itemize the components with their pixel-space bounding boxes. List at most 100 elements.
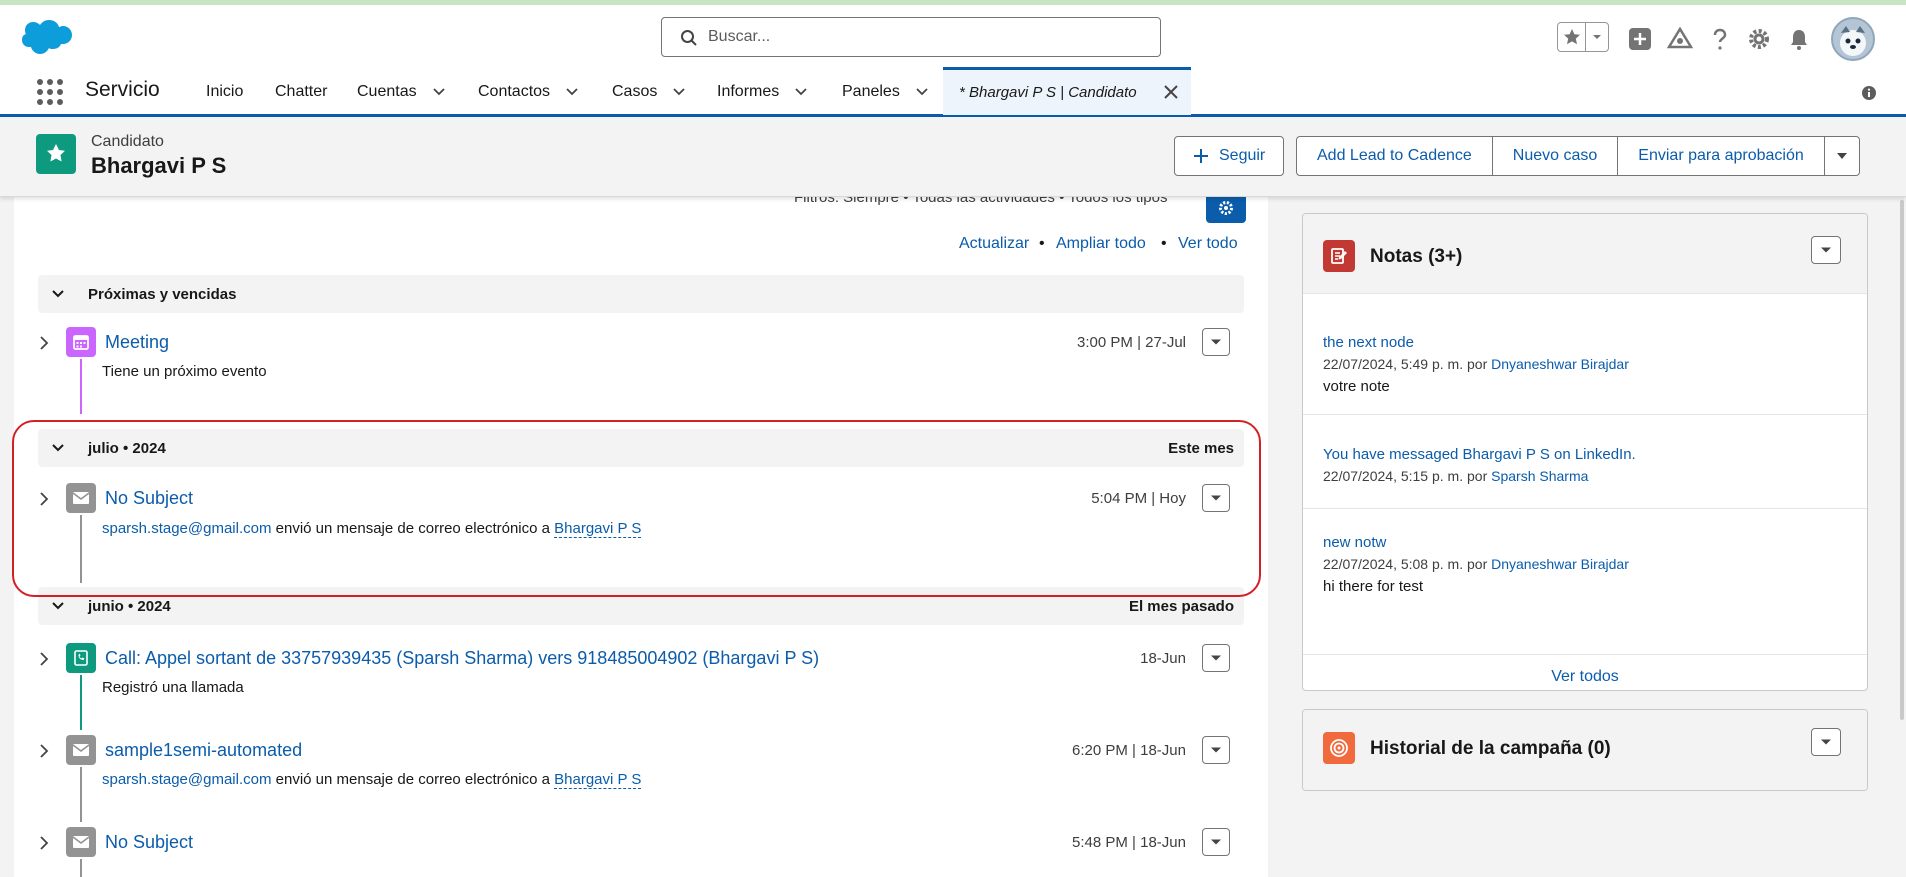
activity-time: 5:04 PM | Hoy bbox=[1091, 490, 1186, 507]
note-body: hi there for test bbox=[1323, 578, 1424, 595]
activity-title-link[interactable]: No Subject bbox=[105, 832, 193, 853]
submit-for-approval-button[interactable]: Enviar para aprobación bbox=[1618, 136, 1825, 176]
section-title: julio • 2024 bbox=[88, 440, 166, 457]
note-meta-text: 22/07/2024, 5:15 p. m. por bbox=[1323, 468, 1488, 484]
add-lead-to-cadence-button[interactable]: Add Lead to Cadence bbox=[1296, 136, 1493, 176]
activity-menu-button[interactable] bbox=[1202, 328, 1230, 356]
campaign-card-menu-button[interactable] bbox=[1811, 728, 1841, 756]
chevron-down-icon[interactable] bbox=[793, 84, 809, 100]
more-actions-button[interactable] bbox=[1824, 136, 1860, 176]
refresh-link[interactable]: Actualizar bbox=[959, 235, 1029, 253]
nav-item-cuentas[interactable]: Cuentas bbox=[357, 83, 447, 101]
nav-item-informes[interactable]: Informes bbox=[717, 83, 809, 101]
campaign-history-card-header: Historial de la campaña (0) bbox=[1303, 710, 1867, 790]
nav-item-label: Casos bbox=[612, 83, 658, 100]
activity-description: sparsh.stage@gmail.com envió un mensaje … bbox=[102, 520, 642, 538]
activity-menu-button[interactable] bbox=[1202, 484, 1230, 512]
nav-item-casos[interactable]: Casos bbox=[612, 83, 687, 101]
section-upcoming-overdue[interactable]: Próximas y vencidas bbox=[38, 275, 1244, 313]
timeline-line bbox=[80, 767, 82, 822]
global-actions-plus-icon[interactable] bbox=[1626, 25, 1654, 53]
nav-item-chatter[interactable]: Chatter bbox=[275, 83, 327, 101]
chevron-down-icon[interactable] bbox=[671, 84, 687, 100]
activity-description-text: envió un mensaje de correo electrónico a bbox=[275, 771, 550, 788]
chevron-right-icon[interactable] bbox=[36, 835, 52, 851]
gear-icon bbox=[1219, 201, 1233, 215]
notes-card-title[interactable]: Notas (3+) bbox=[1370, 246, 1462, 268]
notes-card-menu-button[interactable] bbox=[1811, 236, 1841, 264]
note-title-link[interactable]: You have messaged Bhargavi P S on Linked… bbox=[1323, 446, 1636, 463]
activity-title-link[interactable]: sample1semi-automated bbox=[105, 740, 302, 761]
search-icon bbox=[681, 30, 697, 46]
search-input[interactable] bbox=[708, 26, 1138, 48]
nav-item-contactos[interactable]: Contactos bbox=[478, 83, 580, 101]
timeline-line bbox=[80, 859, 82, 877]
expand-all-link[interactable]: Ampliar todo bbox=[1056, 235, 1146, 253]
favorite-star-icon[interactable] bbox=[1558, 23, 1586, 51]
info-icon[interactable] bbox=[1861, 85, 1877, 101]
nav-item-inicio[interactable]: Inicio bbox=[206, 83, 243, 101]
section-june-2024[interactable]: junio • 2024 El mes pasado bbox=[38, 587, 1244, 625]
user-avatar[interactable] bbox=[1831, 17, 1875, 61]
tab-bhargavi-candidato[interactable]: * Bhargavi P S | Candidato bbox=[943, 67, 1191, 115]
nav-item-paneles[interactable]: Paneles bbox=[842, 83, 930, 101]
section-period-label: Este mes bbox=[1168, 440, 1234, 457]
chevron-down-icon[interactable] bbox=[914, 84, 930, 100]
activity-menu-button[interactable] bbox=[1202, 736, 1230, 764]
add-lead-to-cadence-button-label: Add Lead to Cadence bbox=[1317, 147, 1472, 164]
section-period-label: El mes pasado bbox=[1128, 598, 1234, 615]
note-meta-text: 22/07/2024, 5:49 p. m. por bbox=[1323, 356, 1488, 372]
note-author-link[interactable]: Dnyaneshwar Birajdar bbox=[1491, 556, 1629, 572]
favorites-list-chevron-icon[interactable] bbox=[1586, 23, 1608, 51]
plus-icon bbox=[1194, 149, 1208, 163]
sender-email-link[interactable]: sparsh.stage@gmail.com bbox=[102, 520, 271, 537]
section-july-2024[interactable]: julio • 2024 Este mes bbox=[38, 429, 1244, 467]
recipient-link[interactable]: Bhargavi P S bbox=[554, 520, 642, 538]
note-author-link[interactable]: Dnyaneshwar Birajdar bbox=[1491, 356, 1629, 372]
trailhead-guidance-icon[interactable] bbox=[1666, 25, 1694, 53]
favorites-control[interactable] bbox=[1557, 22, 1609, 52]
chevron-down-icon bbox=[52, 444, 64, 452]
activity-menu-button[interactable] bbox=[1202, 828, 1230, 856]
note-title-link[interactable]: the next node bbox=[1323, 334, 1414, 351]
close-tab-icon[interactable] bbox=[1162, 83, 1180, 101]
chevron-down-icon bbox=[52, 602, 64, 610]
chevron-down-icon bbox=[52, 290, 64, 298]
campaign-history-title[interactable]: Historial de la campaña (0) bbox=[1370, 738, 1611, 760]
activity-title-link[interactable]: No Subject bbox=[105, 488, 193, 509]
view-all-link[interactable]: Ver todo bbox=[1178, 235, 1238, 253]
app-name: Servicio bbox=[85, 78, 160, 101]
follow-button[interactable]: Seguir bbox=[1174, 136, 1285, 176]
recipient-link[interactable]: Bhargavi P S bbox=[554, 771, 642, 789]
activity-menu-button[interactable] bbox=[1202, 644, 1230, 672]
chevron-down-icon[interactable] bbox=[431, 84, 447, 100]
call-log-icon bbox=[66, 643, 96, 673]
nav-item-label: Chatter bbox=[275, 83, 328, 100]
app-navigation-bar: Servicio Inicio Chatter Cuentas Contacto… bbox=[0, 67, 1906, 117]
salesforce-logo-icon[interactable] bbox=[18, 19, 72, 57]
activity-title-link[interactable]: Meeting bbox=[105, 332, 169, 353]
sender-email-link[interactable]: sparsh.stage@gmail.com bbox=[102, 771, 271, 788]
new-case-button[interactable]: Nuevo caso bbox=[1492, 136, 1619, 176]
global-search[interactable] bbox=[661, 17, 1161, 57]
activity-title-link[interactable]: Call: Appel sortant de 33757939435 (Spar… bbox=[105, 648, 819, 669]
notifications-bell-icon[interactable] bbox=[1785, 25, 1813, 53]
setup-gear-icon[interactable] bbox=[1745, 25, 1773, 53]
chevron-right-icon[interactable] bbox=[36, 651, 52, 667]
follow-button-label: Seguir bbox=[1219, 147, 1266, 164]
chevron-right-icon[interactable] bbox=[36, 491, 52, 507]
divider bbox=[1303, 654, 1867, 655]
notes-view-all-link[interactable]: Ver todos bbox=[1303, 668, 1867, 686]
chevron-right-icon[interactable] bbox=[36, 335, 52, 351]
campaign-target-icon bbox=[1323, 732, 1355, 764]
note-author-link[interactable]: Sparsh Sharma bbox=[1491, 468, 1588, 484]
note-body: votre note bbox=[1323, 378, 1390, 395]
app-launcher-icon[interactable] bbox=[36, 78, 64, 106]
chevron-right-icon[interactable] bbox=[36, 743, 52, 759]
help-icon[interactable] bbox=[1706, 25, 1734, 53]
chevron-down-icon[interactable] bbox=[564, 84, 580, 100]
activity-filter-settings-button[interactable] bbox=[1206, 197, 1246, 223]
nav-item-label: Paneles bbox=[842, 83, 900, 100]
note-title-link[interactable]: new notw bbox=[1323, 534, 1386, 551]
page-scrollbar-thumb[interactable] bbox=[1900, 200, 1904, 720]
